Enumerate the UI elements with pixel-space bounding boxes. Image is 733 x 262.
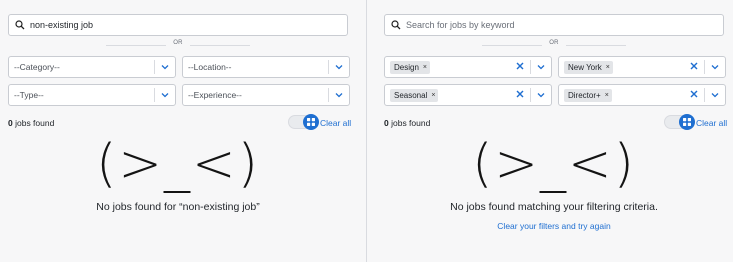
no-results-message: No jobs found matching your filtering cr… — [450, 201, 658, 213]
experience-select-value: --Experience-- — [188, 90, 242, 100]
clear-filters-link[interactable]: Clear your filters and try again — [376, 221, 732, 231]
chevron-down-icon[interactable] — [160, 62, 170, 72]
results-count: 0 jobs found — [384, 118, 430, 128]
results-count-label: jobs found — [388, 118, 431, 128]
type-select[interactable]: Seasonal × — [384, 84, 552, 106]
no-results-message: No jobs found for “non-existing job” — [96, 201, 260, 213]
results-count-label: jobs found — [12, 118, 55, 128]
category-select[interactable]: Design × — [384, 56, 552, 78]
sad-emoticon: (>_<) — [96, 134, 260, 194]
experience-chip: Director+ × — [564, 89, 612, 102]
experience-select[interactable]: Director+ × — [558, 84, 726, 106]
category-chip: Design × — [390, 61, 430, 74]
chip-remove-icon[interactable]: × — [431, 92, 435, 99]
panel-divider — [366, 0, 367, 262]
chevron-down-icon[interactable] — [536, 90, 546, 100]
category-select-value: --Category-- — [14, 62, 60, 72]
chip-label: Design — [394, 63, 419, 72]
search-icon — [391, 20, 401, 30]
clear-x-icon[interactable] — [515, 89, 525, 99]
type-chip: Seasonal × — [390, 89, 439, 102]
chip-label: New York — [568, 63, 602, 72]
grid-icon — [307, 118, 315, 126]
chip-remove-icon[interactable]: × — [423, 64, 427, 71]
sad-emoticon: (>_<) — [472, 134, 636, 194]
results-count: 0 jobs found — [8, 118, 54, 128]
left-panel: OR --Category-- --Location-- --Type-- --… — [0, 0, 356, 262]
clear-all-link[interactable]: Clear all — [320, 118, 351, 128]
chip-label: Director+ — [568, 91, 601, 100]
experience-select[interactable]: --Experience-- — [182, 84, 350, 106]
search-input[interactable] — [30, 20, 347, 30]
chevron-down-icon[interactable] — [334, 62, 344, 72]
grid-icon — [683, 118, 691, 126]
type-select-value: --Type-- — [14, 90, 44, 100]
chevron-down-icon[interactable] — [710, 90, 720, 100]
chip-label: Seasonal — [394, 91, 428, 100]
search-input[interactable] — [406, 20, 723, 30]
view-toggle[interactable] — [664, 114, 695, 130]
location-select[interactable]: New York × — [558, 56, 726, 78]
chip-remove-icon[interactable]: × — [605, 92, 609, 99]
search-field[interactable] — [384, 14, 724, 36]
clear-all-link[interactable]: Clear all — [696, 118, 727, 128]
location-chip: New York × — [564, 61, 613, 74]
search-icon — [15, 20, 25, 30]
chevron-down-icon[interactable] — [160, 90, 170, 100]
clear-x-icon[interactable] — [689, 61, 699, 71]
view-toggle[interactable] — [288, 114, 319, 130]
category-select[interactable]: --Category-- — [8, 56, 176, 78]
location-select-value: --Location-- — [188, 62, 232, 72]
or-separator: OR — [0, 38, 356, 52]
chevron-down-icon[interactable] — [536, 62, 546, 72]
clear-x-icon[interactable] — [689, 89, 699, 99]
type-select[interactable]: --Type-- — [8, 84, 176, 106]
or-label: OR — [173, 40, 183, 46]
location-select[interactable]: --Location-- — [182, 56, 350, 78]
clear-x-icon[interactable] — [515, 61, 525, 71]
search-field[interactable] — [8, 14, 348, 36]
chevron-down-icon[interactable] — [334, 90, 344, 100]
chip-remove-icon[interactable]: × — [606, 64, 610, 71]
chevron-down-icon[interactable] — [710, 62, 720, 72]
right-panel: OR Design× New York× Seasonal× Director+… — [376, 0, 732, 262]
or-label: OR — [549, 40, 559, 46]
or-separator: OR — [376, 38, 732, 52]
